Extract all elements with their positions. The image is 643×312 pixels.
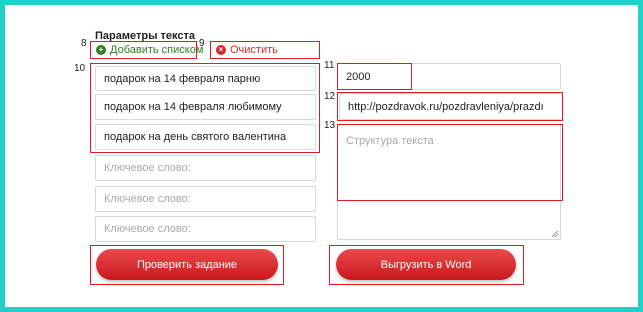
annotation-11: 11: [324, 60, 335, 71]
annotation-8: 8: [81, 38, 87, 49]
add-list-link[interactable]: + Добавить списком: [96, 44, 203, 56]
add-list-label: Добавить списком: [110, 44, 204, 56]
annotation-12: 12: [324, 91, 336, 102]
clear-label: Очистить: [230, 44, 278, 56]
highlight-url: [337, 92, 563, 121]
resize-grip-icon[interactable]: [552, 231, 558, 237]
keyword-input-4[interactable]: Ключевое слово:: [95, 155, 316, 181]
close-circle-icon: ×: [216, 45, 226, 55]
keyword-input-2[interactable]: подарок на 14 февраля любимому: [95, 94, 316, 120]
clear-link[interactable]: × Очистить: [216, 44, 278, 56]
keyword-input-1[interactable]: подарок на 14 февраля парню: [95, 66, 316, 91]
keyword-input-3[interactable]: подарок на день святого валентина: [95, 124, 316, 150]
keyword-input-6[interactable]: Ключевое слово:: [95, 216, 316, 242]
highlight-char-count: [337, 63, 412, 90]
annotation-10: 10: [74, 63, 86, 74]
export-word-button[interactable]: Выгрузить в Word: [336, 249, 516, 280]
check-task-button[interactable]: Проверить задание: [96, 249, 278, 280]
highlight-structure: [337, 124, 563, 201]
keyword-input-5[interactable]: Ключевое слово:: [95, 186, 316, 212]
annotation-13: 13: [324, 120, 336, 131]
plus-circle-icon: +: [96, 45, 106, 55]
